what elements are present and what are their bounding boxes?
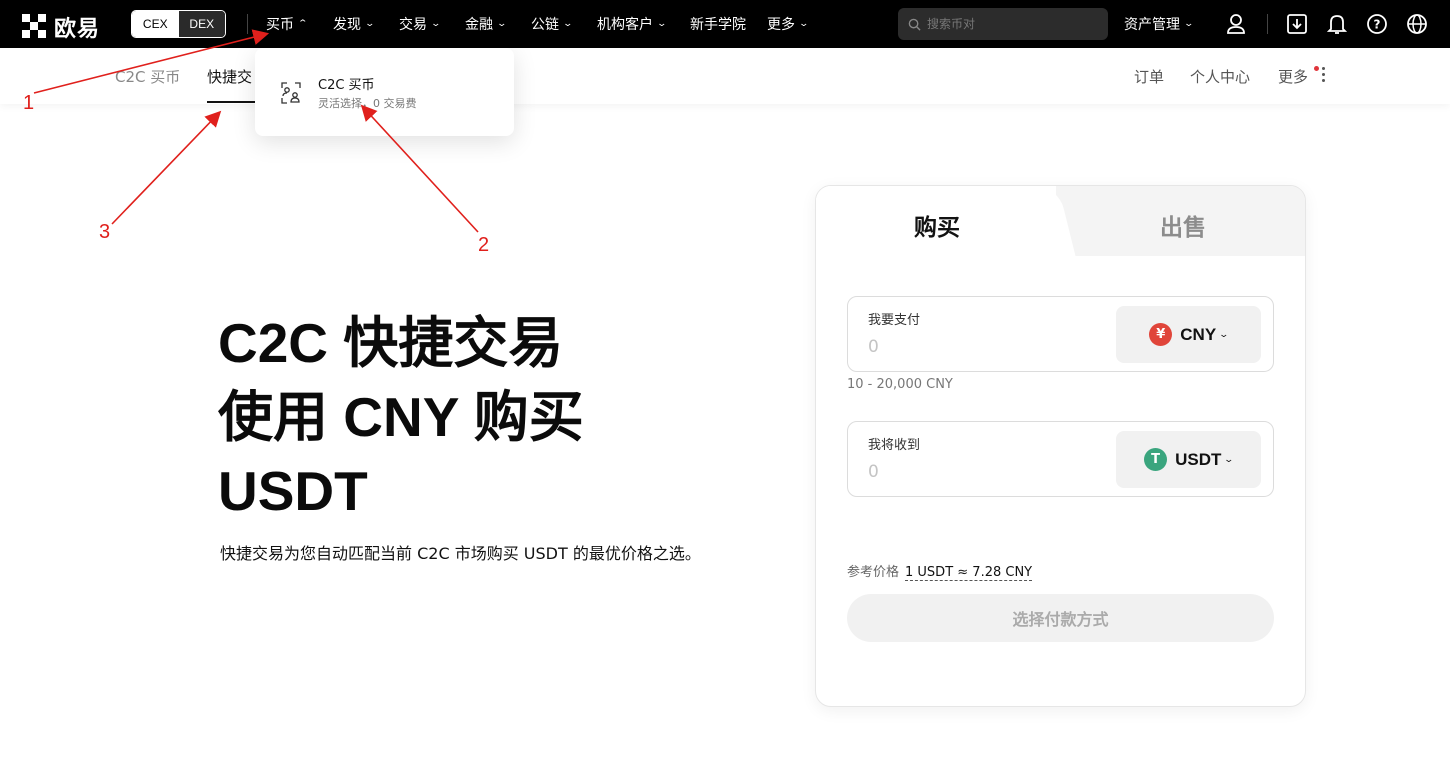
nav-label: 金融 xyxy=(465,17,493,33)
user-icon[interactable] xyxy=(1224,12,1248,36)
select-payment-button[interactable]: 选择付款方式 xyxy=(847,594,1274,642)
receive-currency-select[interactable]: T USDT ⌄ xyxy=(1116,431,1261,488)
chevron-down-icon: ⌄ xyxy=(1223,454,1235,465)
c2c-users-icon xyxy=(281,82,301,104)
chevron-down-icon: ⌄ xyxy=(1218,329,1230,340)
pay-currency-select[interactable]: ¥ CNY ⌄ xyxy=(1116,306,1261,363)
pay-amount-input[interactable] xyxy=(868,335,1088,359)
subnav-tab-c2c[interactable]: C2C 买币 xyxy=(115,66,180,87)
chevron-down-icon: ⌄ xyxy=(656,19,668,29)
divider xyxy=(1267,14,1268,34)
hero-title-line: USDT xyxy=(218,460,368,522)
dropdown-item-title: C2C 买币 xyxy=(318,78,375,93)
nav-trade[interactable]: 交易 ⌄ xyxy=(399,0,442,48)
cex-dex-toggle[interactable]: CEX DEX xyxy=(131,10,226,38)
top-navigation-bar: 欧易 CEX DEX 买币 ⌃ 发现 ⌄ 交易 ⌄ 金融 ⌄ 公链 ⌄ 机构客户 ⌄ 新手学… xyxy=(0,0,1450,48)
nav-label: 机构客户 xyxy=(597,17,653,33)
dex-toggle[interactable]: DEX xyxy=(178,11,225,37)
notification-dot xyxy=(1314,66,1319,71)
personal-center-link[interactable]: 个人中心 xyxy=(1190,66,1250,87)
usdt-coin-icon: T xyxy=(1144,448,1168,471)
more-link[interactable]: 更多 xyxy=(1278,66,1308,87)
nav-buy-crypto[interactable]: 买币 ⌃ xyxy=(266,0,309,48)
search-box[interactable] xyxy=(898,8,1108,40)
pay-field: 我要支付 ¥ CNY ⌄ xyxy=(847,296,1274,372)
nav-label: 资产管理 xyxy=(1124,17,1180,33)
nav-more[interactable]: 更多 ⌄ xyxy=(767,0,810,48)
dropdown-item-c2c[interactable]: C2C 买币 灵活选择，0 交易费 xyxy=(255,48,514,136)
annotation-label: 2 xyxy=(478,234,490,256)
nav-finance[interactable]: 金融 ⌄ xyxy=(465,0,508,48)
nav-label: 新手学院 xyxy=(690,17,746,33)
receive-amount-input[interactable] xyxy=(868,460,1088,484)
cny-coin-icon: ¥ xyxy=(1149,323,1173,346)
receive-field: 我将收到 T USDT ⌄ xyxy=(847,421,1274,497)
annotation-label: 3 xyxy=(99,221,111,243)
reference-price-label: 参考价格 xyxy=(847,565,900,580)
nav-chain[interactable]: 公链 ⌄ xyxy=(531,0,574,48)
nav-academy[interactable]: 新手学院 xyxy=(690,0,746,48)
annotation-arrow xyxy=(111,110,222,225)
orders-link[interactable]: 订单 xyxy=(1134,66,1164,87)
chevron-up-icon: ⌃ xyxy=(297,19,309,29)
nav-discover[interactable]: 发现 ⌄ xyxy=(333,0,376,48)
search-input[interactable] xyxy=(927,17,1087,31)
okx-logo[interactable]: 欧易 xyxy=(22,11,100,43)
annotation-label: 1 xyxy=(23,92,35,114)
chevron-down-icon: ⌄ xyxy=(496,19,508,29)
tab-sell[interactable]: 出售 xyxy=(1160,208,1206,242)
hero-title-line: 使用 CNY 购买 xyxy=(218,386,584,448)
currency-code: CNY xyxy=(1180,324,1217,344)
globe-icon[interactable] xyxy=(1405,12,1429,36)
asset-management-menu[interactable]: 资产管理 ⌄ xyxy=(1124,0,1195,48)
trade-card: 购买 出售 我要支付 ¥ CNY ⌄ 10 - 20,000 CNY 我将收到 … xyxy=(815,185,1306,707)
more-vertical-icon[interactable] xyxy=(1322,67,1326,85)
search-icon xyxy=(908,18,921,31)
chevron-down-icon: ⌄ xyxy=(1183,19,1195,29)
svg-text:?: ? xyxy=(1374,18,1381,32)
pay-label: 我要支付 xyxy=(868,313,921,328)
reference-price: 参考价格 1 USDT ≈ 7.28 CNY xyxy=(847,561,1033,581)
cex-toggle[interactable]: CEX xyxy=(132,11,179,37)
chevron-down-icon: ⌄ xyxy=(562,19,574,29)
reference-price-value[interactable]: 1 USDT ≈ 7.28 CNY xyxy=(905,565,1033,581)
nav-label: 发现 xyxy=(333,17,361,33)
hero-description: 快捷交易为您自动匹配当前 C2C 市场购买 USDT 的最优价格之选。 xyxy=(220,544,701,563)
nav-label: 交易 xyxy=(399,17,427,33)
nav-label: 买币 xyxy=(266,17,294,33)
help-icon[interactable]: ? xyxy=(1365,12,1389,36)
nav-label: 更多 xyxy=(767,17,795,33)
nav-institutional[interactable]: 机构客户 ⌄ xyxy=(597,0,668,48)
download-icon[interactable] xyxy=(1285,12,1309,36)
subnav-tab-quick-trade[interactable]: 快捷交 xyxy=(207,66,252,87)
currency-code: USDT xyxy=(1175,449,1222,469)
nav-label: 公链 xyxy=(531,17,559,33)
chevron-down-icon: ⌄ xyxy=(798,19,810,29)
logo-text: 欧易 xyxy=(54,17,101,42)
hero-title-line: C2C 快捷交易 xyxy=(218,312,564,374)
amount-range: 10 - 20,000 CNY xyxy=(847,377,953,392)
bell-icon[interactable] xyxy=(1325,12,1349,36)
buy-crypto-dropdown: C2C 买币 灵活选择，0 交易费 xyxy=(255,48,514,136)
divider xyxy=(247,14,248,34)
dropdown-item-subtitle: 灵活选择，0 交易费 xyxy=(318,97,417,110)
hero-title: C2C 快捷交易 使用 CNY 购买 USDT xyxy=(218,306,738,528)
active-tab-underline xyxy=(207,101,255,103)
receive-label: 我将收到 xyxy=(868,438,921,453)
chevron-down-icon: ⌄ xyxy=(364,19,376,29)
logo-mark-icon xyxy=(22,14,48,40)
chevron-down-icon: ⌄ xyxy=(430,19,442,29)
tab-buy[interactable]: 购买 xyxy=(914,208,960,242)
